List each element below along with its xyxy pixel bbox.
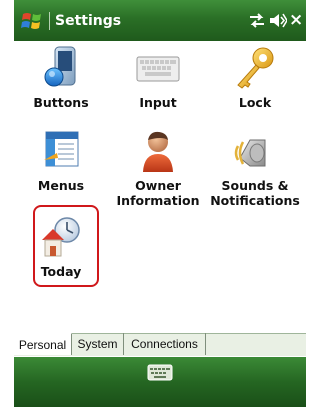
settings-item-label: Menus (37, 178, 85, 193)
window-title: Settings (55, 13, 122, 29)
settings-item-owner-information[interactable]: Owner Information (111, 128, 205, 208)
settings-item-input[interactable]: Input (111, 45, 205, 110)
windows-flag-icon[interactable] (20, 9, 46, 33)
settings-item-label: Sounds & Notifications (208, 178, 302, 208)
menu-bar (14, 357, 306, 407)
settings-screen: Settings × Buttons Input Lock Menus Owne… (14, 0, 306, 407)
settings-grid: Buttons Input Lock Menus Owner Informati… (14, 41, 306, 374)
settings-item-label: Lock (238, 95, 272, 110)
today-house-clock-icon (42, 217, 80, 257)
connectivity-icon[interactable] (248, 12, 266, 29)
keyboard-icon[interactable] (147, 364, 173, 381)
title-separator (49, 12, 50, 30)
tab-system[interactable]: System (72, 333, 124, 355)
close-button[interactable]: × (289, 10, 303, 30)
title-bar: Settings × (14, 0, 306, 41)
tab-connections[interactable]: Connections (124, 333, 206, 355)
volume-icon[interactable] (269, 11, 287, 30)
settings-item-menus[interactable]: Menus (14, 128, 108, 193)
keyboard-input-icon (136, 56, 180, 82)
settings-item-lock[interactable]: Lock (208, 45, 302, 110)
user-icon (143, 131, 173, 172)
settings-item-label: Today (40, 264, 82, 279)
label-line-2: Information (116, 193, 200, 208)
settings-item-buttons[interactable]: Buttons (14, 45, 108, 110)
key-lock-icon (237, 47, 274, 89)
settings-item-sounds-notifications[interactable]: Sounds & Notifications (208, 128, 302, 208)
tab-bar: Personal System Connections (14, 333, 306, 356)
label-line-1: Owner (135, 178, 181, 193)
settings-item-label: Buttons (33, 95, 89, 110)
settings-item-today[interactable]: Today (14, 216, 108, 279)
tab-personal[interactable]: Personal (14, 333, 72, 355)
settings-item-label: Owner Information (111, 178, 205, 208)
phone-buttons-icon (44, 46, 76, 87)
label-line-2: Notifications (210, 193, 300, 208)
settings-item-label: Input (139, 95, 177, 110)
label-line-1: Sounds & (221, 178, 289, 193)
start-menu-icon (44, 131, 79, 167)
speaker-icon (234, 139, 266, 167)
